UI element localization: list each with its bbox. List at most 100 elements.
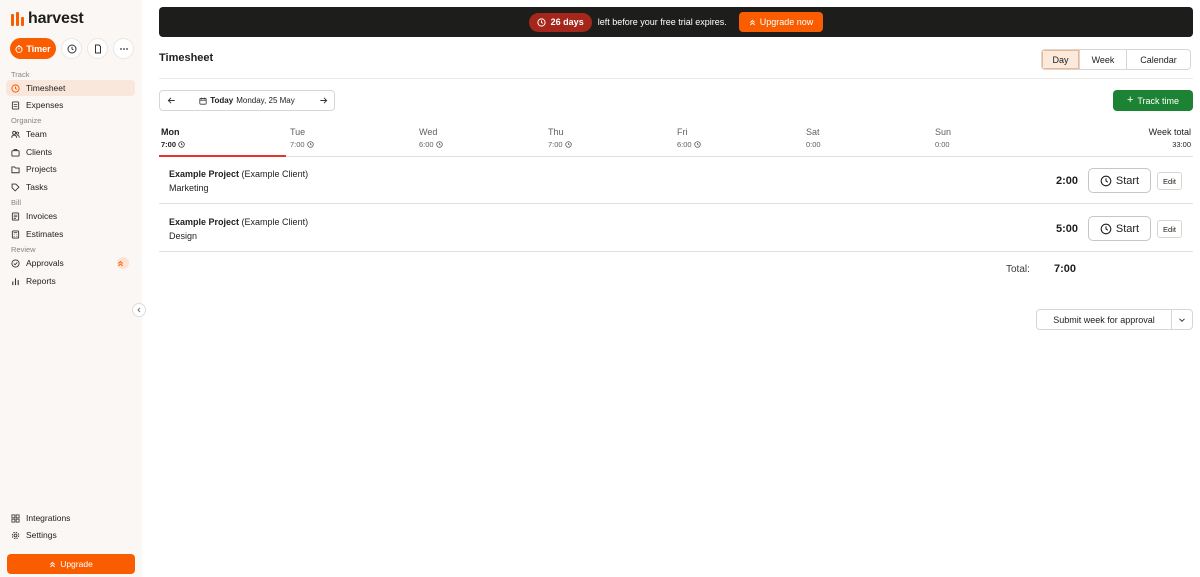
- entry-duration[interactable]: 5:00: [1056, 223, 1078, 235]
- arrow-left-icon: [167, 97, 175, 104]
- submit-options-button[interactable]: [1172, 310, 1192, 329]
- time-entry-row: Example Project (Example Client) Marketi…: [159, 157, 1193, 204]
- day-time: 0:00: [806, 140, 821, 149]
- edit-entry-button[interactable]: Edit: [1157, 172, 1182, 190]
- clock-icon: [693, 141, 701, 148]
- day-time: 0:00: [935, 140, 950, 149]
- day-tab-thu[interactable]: Thu 7:00: [548, 127, 572, 149]
- date-picker-button[interactable]: Today Monday, 25 May: [182, 96, 312, 105]
- page-title: Timesheet: [159, 52, 214, 64]
- sidebar-item-label: Settings: [26, 530, 57, 540]
- more-button[interactable]: [113, 38, 134, 59]
- view-week-button[interactable]: Week: [1080, 50, 1127, 69]
- sidebar-item-clients[interactable]: Clients: [6, 144, 135, 160]
- timer-icon: [15, 44, 23, 53]
- sidebar-item-label: Invoices: [26, 211, 58, 221]
- week-total: Week total 33:00: [1149, 127, 1191, 149]
- day-tab-sun[interactable]: Sun 0:00: [935, 127, 951, 149]
- timer-row: Timer: [10, 38, 134, 59]
- sidebar-item-team[interactable]: Team: [6, 126, 135, 142]
- chevron-left-icon: [137, 307, 141, 313]
- day-tab-sat[interactable]: Sat 0:00: [806, 127, 821, 149]
- folder-icon: [11, 166, 20, 173]
- history-button[interactable]: [61, 38, 82, 59]
- upgrade-now-button[interactable]: Upgrade now: [738, 12, 824, 32]
- entry-duration[interactable]: 2:00: [1056, 175, 1078, 187]
- briefcase-icon: [11, 148, 20, 157]
- trial-days: 26 days: [550, 17, 584, 27]
- entry-task: Marketing: [169, 183, 209, 193]
- day-tab-wed[interactable]: Wed 6:00: [419, 127, 443, 149]
- day-name: Sun: [935, 127, 952, 137]
- entry-project: Example Project (Example Client): [169, 217, 309, 227]
- view-calendar-button[interactable]: Calendar: [1127, 50, 1190, 69]
- section-review: Review: [11, 245, 36, 254]
- week-total-label: Week total: [1148, 127, 1191, 137]
- track-time-button[interactable]: + Track time: [1113, 90, 1193, 111]
- day-time: 7:00: [548, 140, 572, 149]
- sidebar-item-projects[interactable]: Projects: [6, 161, 135, 177]
- sidebar-item-label: Reports: [26, 276, 56, 286]
- sidebar-item-label: Integrations: [26, 513, 71, 523]
- entry-task: Design: [169, 231, 198, 241]
- sidebar-item-approvals[interactable]: Approvals: [6, 255, 135, 271]
- start-timer-button[interactable]: Start: [1088, 216, 1151, 241]
- week-total-value: 33:00: [1172, 140, 1191, 149]
- day-tab-fri[interactable]: Fri 6:00: [677, 127, 701, 149]
- invoice-icon: [11, 211, 20, 221]
- sidebar-item-invoices[interactable]: Invoices: [6, 208, 135, 224]
- day-total-value: 7:00: [1054, 263, 1077, 275]
- sidebar-item-label: Estimates: [26, 229, 64, 239]
- edit-entry-button[interactable]: Edit: [1157, 220, 1182, 238]
- start-label: Start: [1115, 222, 1140, 235]
- harvest-logo[interactable]: harvest: [11, 10, 84, 28]
- clock-icon: [564, 141, 572, 148]
- sidebar-item-tasks[interactable]: Tasks: [6, 179, 135, 195]
- sidebar-item-label: Projects: [26, 164, 57, 174]
- tag-icon: [11, 183, 20, 192]
- sidebar-item-label: Expenses: [26, 100, 64, 110]
- date-navigator: Today Monday, 25 May: [159, 90, 335, 111]
- sidebar-item-estimates[interactable]: Estimates: [6, 226, 135, 242]
- day-name: Mon: [161, 127, 180, 137]
- sidebar-item-settings[interactable]: Settings: [6, 527, 135, 543]
- calendar-icon: [199, 97, 207, 105]
- sidebar-item-integrations[interactable]: Integrations: [6, 510, 135, 526]
- app: harvest Timer Track Timesheet Expenses O…: [0, 0, 1200, 577]
- timer-button[interactable]: Timer: [10, 38, 56, 59]
- collapse-sidebar-button[interactable]: [132, 303, 146, 317]
- chevrons-up-icon: [50, 561, 56, 567]
- view-day-button[interactable]: Day: [1042, 50, 1080, 69]
- sidebar-item-expenses[interactable]: Expenses: [6, 97, 135, 113]
- logo-text: harvest: [28, 10, 84, 27]
- start-timer-button[interactable]: Start: [1088, 168, 1151, 193]
- previous-day-button[interactable]: [160, 91, 182, 110]
- current-date: Monday, 25 May: [236, 96, 295, 105]
- check-circle-icon: [11, 258, 20, 268]
- chevrons-up-icon: [117, 260, 123, 266]
- bar-chart-icon: [12, 277, 19, 285]
- day-time: 7:00: [161, 140, 185, 149]
- section-bill: Bill: [11, 198, 22, 207]
- plus-icon: +: [1126, 94, 1134, 106]
- sidebar-item-timesheet[interactable]: Timesheet: [6, 80, 135, 96]
- receipt-button[interactable]: [87, 38, 108, 59]
- day-tab-tue[interactable]: Tue 7:00: [290, 127, 314, 149]
- submit-week-button[interactable]: Submit week for approval: [1037, 310, 1172, 329]
- day-total-label: Total:: [1006, 264, 1030, 275]
- day-name: Wed: [419, 127, 438, 137]
- day-time: 6:00: [419, 140, 443, 149]
- sidebar-item-label: Approvals: [26, 258, 64, 268]
- start-label: Start: [1115, 174, 1140, 187]
- sidebar-item-reports[interactable]: Reports: [6, 273, 135, 289]
- chevrons-up-icon: [749, 19, 755, 25]
- sidebar-item-label: Timesheet: [26, 83, 66, 93]
- approvals-badge: [117, 257, 129, 269]
- day-time: 7:00: [290, 140, 314, 149]
- entry-project: Example Project (Example Client): [169, 169, 309, 179]
- day-tab-mon[interactable]: Mon 7:00: [161, 127, 185, 149]
- trial-message: left before your free trial expires.: [597, 17, 727, 27]
- view-toggle: Day Week Calendar: [1041, 49, 1191, 70]
- next-day-button[interactable]: [312, 91, 334, 110]
- sidebar-upgrade-button[interactable]: Upgrade: [7, 554, 135, 574]
